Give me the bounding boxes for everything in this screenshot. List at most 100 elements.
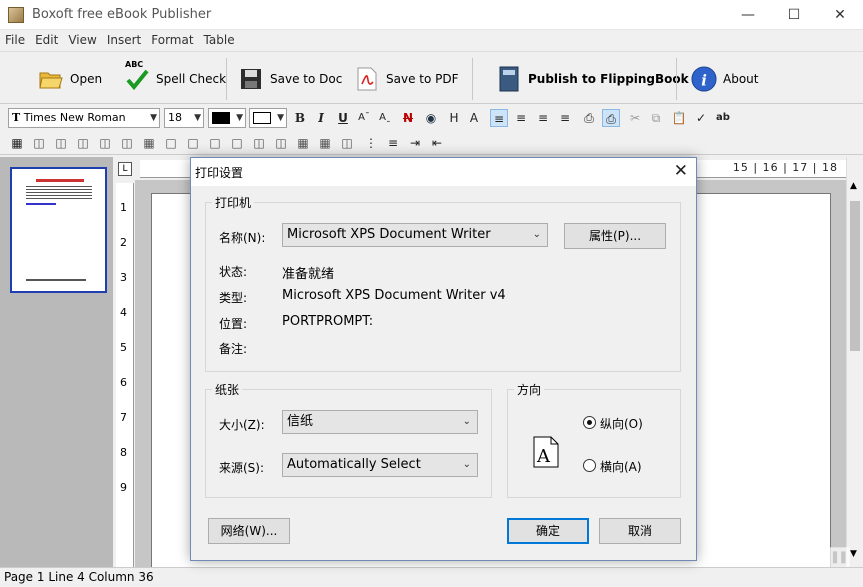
menu-view[interactable]: View — [63, 30, 101, 50]
minimize-button[interactable]: — — [725, 0, 771, 30]
clear-format-icon[interactable]: ✓ — [692, 109, 710, 127]
save-to-pdf-button[interactable]: Save to PDF — [354, 60, 459, 98]
toolbar-separator — [226, 58, 227, 100]
menu-format[interactable]: Format — [146, 30, 198, 50]
font-select[interactable]: T Times New Roman ▼ — [8, 108, 160, 128]
page-thumbnails-panel — [0, 157, 113, 567]
paper-group: 纸张 — [205, 389, 492, 498]
printer-name-select[interactable]: Microsoft XPS Document Writer ⌄ — [282, 223, 548, 247]
strikethrough-icon[interactable]: N — [399, 109, 417, 127]
font-color-select[interactable]: ▼ — [208, 108, 246, 128]
table-tool-icon[interactable]: □ — [162, 134, 180, 152]
align-left-icon[interactable]: ≡ — [490, 109, 508, 127]
chevron-down-icon: ⌄ — [533, 224, 541, 246]
chevron-down-icon: ⌄ — [463, 411, 471, 433]
ruler-number: 7 — [120, 411, 127, 424]
landscape-label[interactable]: 横向(A) — [600, 458, 642, 475]
menu-file[interactable]: File — [0, 30, 30, 50]
superscript-icon[interactable]: Aˉ — [355, 109, 373, 127]
chevron-down-icon: ▼ — [194, 109, 201, 127]
table-tool-icon[interactable]: ▦ — [294, 134, 312, 152]
portrait-label[interactable]: 纵向(O) — [600, 415, 643, 432]
print-icon[interactable]: ⎙ — [580, 109, 598, 127]
ruler-number: 6 — [120, 376, 127, 389]
tab-stop-button[interactable]: L — [118, 162, 132, 176]
chevron-down-icon: ▼ — [277, 109, 284, 127]
menu-table[interactable]: Table — [199, 30, 240, 50]
portrait-radio[interactable] — [583, 416, 596, 429]
toolbar-separator — [676, 58, 677, 100]
paper-source-select[interactable]: Automatically Select ⌄ — [282, 453, 478, 477]
underline-icon[interactable]: U — [334, 109, 352, 127]
globe-link-icon[interactable]: ◉ — [422, 109, 440, 127]
table-tool-icon[interactable]: □ — [184, 134, 202, 152]
subscript-icon[interactable]: Aˍ — [376, 109, 394, 127]
table-tool-icon[interactable]: ◫ — [96, 134, 114, 152]
chevron-down-icon: ▼ — [236, 109, 243, 127]
maximize-button[interactable]: ☐ — [771, 0, 817, 30]
highlight-color-select[interactable]: ▼ — [249, 108, 287, 128]
insert-table-icon[interactable]: ▦ — [8, 134, 26, 152]
align-center-icon[interactable]: ≡ — [512, 109, 530, 127]
thumbnail-text — [26, 186, 92, 200]
indent-icon[interactable]: ⇥ — [406, 134, 424, 152]
paste-icon[interactable]: 📋 — [670, 109, 688, 127]
orientation-group-label: 方向 — [514, 381, 544, 398]
cut-icon[interactable]: ✂ — [626, 109, 644, 127]
close-window-button[interactable]: ✕ — [817, 0, 863, 30]
page-thumbnail[interactable] — [10, 167, 107, 293]
outdent-icon[interactable]: ⇤ — [428, 134, 446, 152]
publish-flippingbook-button[interactable]: Publish to FlippingBook — [496, 60, 689, 98]
properties-button[interactable]: 属性(P)... — [564, 223, 666, 249]
align-right-icon[interactable]: ≡ — [556, 109, 574, 127]
dialog-title: 打印设置 — [195, 164, 243, 181]
bold-icon[interactable]: B — [291, 109, 309, 127]
table-tool-icon[interactable]: □ — [228, 134, 246, 152]
save-to-doc-button[interactable]: Save to Doc — [238, 60, 342, 98]
ruler-numbers: 15 | 16 | 17 | 18 — [733, 161, 838, 174]
color-swatch — [253, 112, 271, 124]
text-color-icon[interactable]: A — [465, 109, 483, 127]
table-tool-icon[interactable]: ▦ — [316, 134, 334, 152]
menu-bar: FileEditViewInsertFormatTable — [0, 30, 863, 50]
table-tool-icon[interactable]: ◫ — [272, 134, 290, 152]
italic-icon[interactable]: I — [312, 109, 330, 127]
table-tool-icon[interactable]: ▦ — [140, 134, 158, 152]
landscape-radio[interactable] — [583, 459, 596, 472]
info-icon: i — [691, 66, 717, 92]
printer-group-label: 打印机 — [212, 194, 254, 211]
close-icon[interactable]: ✕ — [674, 161, 688, 181]
align-justify-icon[interactable]: ≡ — [534, 109, 552, 127]
paper-size-select[interactable]: 信纸 ⌄ — [282, 410, 478, 434]
vertical-scrollbar[interactable]: ▲ ▼ — [846, 157, 863, 567]
table-tool-icon[interactable]: ◫ — [118, 134, 136, 152]
replace-icon[interactable]: ab — [714, 109, 732, 127]
numbered-list-icon[interactable]: ≡ — [384, 134, 402, 152]
ok-button[interactable]: 确定 — [507, 518, 589, 544]
location-value: PORTPROMPT: — [282, 314, 373, 329]
font-size-select[interactable]: 18 ▼ — [164, 108, 204, 128]
spell-check-button[interactable]: ABC Spell Check — [124, 60, 226, 98]
network-button[interactable]: 网络(W)... — [208, 518, 290, 544]
heading-icon[interactable]: H — [445, 109, 463, 127]
bullet-list-icon[interactable]: ⋮ — [362, 134, 380, 152]
folder-open-icon — [38, 66, 64, 92]
window-title: Boxoft free eBook Publisher — [32, 7, 211, 22]
status-label: 状态: — [219, 263, 247, 280]
menu-edit[interactable]: Edit — [30, 30, 63, 50]
table-tool-icon[interactable]: ◫ — [74, 134, 92, 152]
scroll-thumb[interactable] — [850, 201, 860, 351]
menu-insert[interactable]: Insert — [102, 30, 146, 50]
about-button[interactable]: i About — [691, 60, 758, 98]
print-preview-icon[interactable]: ⎙ — [602, 109, 620, 127]
table-tool-icon[interactable]: ◫ — [338, 134, 356, 152]
table-tool-icon[interactable]: □ — [206, 134, 224, 152]
open-button[interactable]: Open — [38, 60, 102, 98]
location-label: 位置: — [219, 315, 247, 332]
cancel-button[interactable]: 取消 — [599, 518, 681, 544]
table-tool-icon[interactable]: ◫ — [250, 134, 268, 152]
scroll-up-icon[interactable]: ▲ — [850, 181, 857, 191]
table-tool-icon[interactable]: ◫ — [30, 134, 48, 152]
copy-icon[interactable]: ⧉ — [647, 109, 665, 127]
table-tool-icon[interactable]: ◫ — [52, 134, 70, 152]
